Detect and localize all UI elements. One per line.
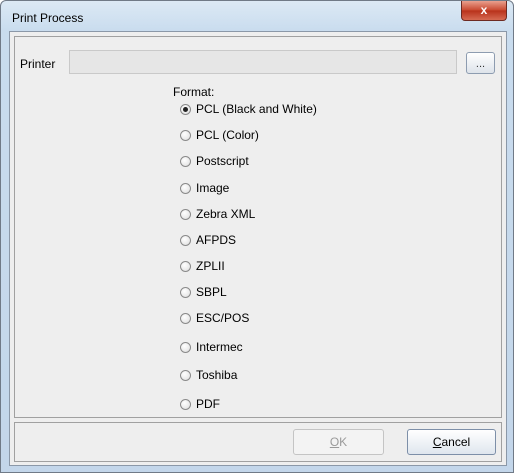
browse-printer-button[interactable]: ... — [466, 52, 495, 74]
cancel-label-rest: ancel — [441, 435, 471, 449]
format-option-pcl-color[interactable]: PCL (Color) — [180, 126, 259, 144]
format-option-afpds[interactable]: AFPDS — [180, 231, 236, 249]
radio-icon[interactable] — [180, 369, 191, 381]
radio-icon[interactable] — [180, 208, 191, 220]
format-option-zebra-xml[interactable]: Zebra XML — [180, 205, 255, 223]
format-option-label: PDF — [196, 397, 220, 411]
format-option-toshiba[interactable]: Toshiba — [180, 366, 237, 384]
radio-icon[interactable] — [180, 286, 191, 298]
format-option-label: Zebra XML — [196, 207, 256, 221]
printer-label: Printer — [20, 57, 56, 71]
format-option-label: Toshiba — [196, 368, 238, 382]
print-process-dialog: Print Process x Printer ... Format: PCL … — [0, 0, 514, 473]
dialog-body: Printer ... Format: PCL (Black and White… — [9, 31, 507, 466]
format-option-pcl-bw[interactable]: PCL (Black and White) — [180, 100, 317, 118]
format-option-label: PCL (Color) — [196, 128, 259, 142]
cancel-button[interactable]: Cancel — [407, 429, 496, 455]
radio-icon[interactable] — [180, 341, 191, 353]
format-option-label: SBPL — [196, 285, 227, 299]
format-option-label: AFPDS — [196, 233, 237, 247]
format-option-intermec[interactable]: Intermec — [180, 338, 243, 356]
format-option-pdf[interactable]: PDF — [180, 395, 220, 413]
format-option-label: Image — [196, 181, 230, 195]
button-bar: OK Cancel — [14, 422, 502, 462]
radio-icon[interactable] — [180, 155, 191, 167]
close-icon: x — [480, 3, 488, 17]
radio-icon[interactable] — [180, 182, 191, 194]
format-option-label: PCL (Black and White) — [196, 102, 317, 116]
format-option-label: Postscript — [196, 154, 249, 168]
printer-field[interactable] — [69, 50, 457, 74]
radio-icon[interactable] — [180, 398, 191, 410]
radio-icon[interactable] — [180, 312, 191, 324]
format-option-postscript[interactable]: Postscript — [180, 152, 249, 170]
window-title: Print Process — [12, 11, 84, 25]
radio-icon[interactable] — [180, 234, 191, 246]
radio-icon[interactable] — [180, 260, 191, 272]
ok-label-rest: K — [339, 435, 348, 449]
format-option-label: ZPLII — [196, 259, 225, 273]
format-label: Format: — [173, 85, 215, 99]
format-option-zplii[interactable]: ZPLII — [180, 257, 225, 275]
content-panel: Printer ... Format: PCL (Black and White… — [14, 36, 502, 418]
format-option-label: Intermec — [196, 340, 243, 354]
format-option-sbpl[interactable]: SBPL — [180, 283, 227, 301]
radio-icon[interactable] — [180, 103, 191, 115]
format-option-image[interactable]: Image — [180, 179, 229, 197]
format-option-esc-pos[interactable]: ESC/POS — [180, 309, 249, 327]
radio-icon[interactable] — [180, 129, 191, 141]
format-option-label: ESC/POS — [196, 311, 250, 325]
ok-button[interactable]: OK — [293, 429, 384, 455]
close-button[interactable]: x — [461, 1, 507, 21]
ok-mnemonic: O — [329, 435, 340, 449]
